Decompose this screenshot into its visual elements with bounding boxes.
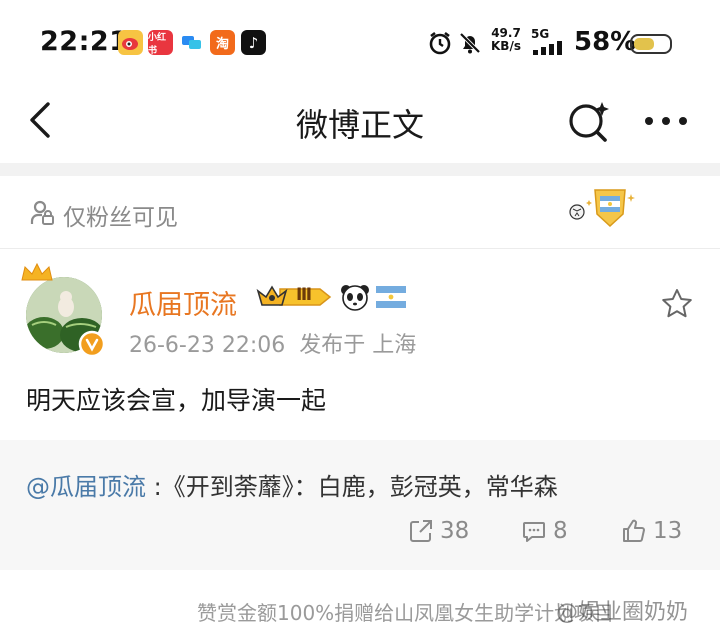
repost-count-button[interactable]: 38 xyxy=(408,518,469,544)
battery-fill xyxy=(634,38,654,50)
signal-icon xyxy=(533,40,569,60)
argentina-flag-icon xyxy=(376,286,406,312)
comment-count-button[interactable]: 8 xyxy=(521,518,568,544)
weibo-app-icon xyxy=(118,30,143,55)
search-icon xyxy=(569,102,609,142)
vip-level-badge: Ⅲ xyxy=(256,281,334,317)
post-location: 发布于 上海 xyxy=(299,333,417,358)
tiktok-app-icon: ♪ xyxy=(241,30,266,55)
battery-percent: 58% xyxy=(574,27,637,57)
like-count-button[interactable]: 13 xyxy=(621,518,682,544)
comment-icon xyxy=(523,522,545,542)
verified-badge-icon xyxy=(78,330,106,362)
visibility-label: 仅粉丝可见 xyxy=(63,205,178,231)
status-time: 22:21 xyxy=(40,26,129,57)
alarm-icon xyxy=(427,30,453,60)
taobao-app-icon: 淘 xyxy=(210,30,235,55)
chat-app-icon xyxy=(179,30,204,55)
more-dots-icon xyxy=(645,117,687,125)
like-count: 13 xyxy=(653,518,683,544)
repost-text: @瓜届顶流 :《开到荼蘼》：白鹿，彭冠英，常华森 xyxy=(26,467,558,502)
watermark: @娱业圈奶奶 xyxy=(556,600,689,625)
repost-content: :《开到荼蘼》：白鹿，彭冠英，常华森 xyxy=(146,473,558,501)
post-body: 明天应该会宣，加导演一起 xyxy=(26,386,327,415)
share-icon xyxy=(410,520,432,542)
vip-level-text: Ⅲ xyxy=(296,285,313,305)
post-timestamp: 26-6-23 22:06 xyxy=(129,333,286,358)
thumbs-up-icon xyxy=(623,519,645,542)
reward-note: 赞赏金额100%捐赠给山凤凰女生助学计划项目 xyxy=(197,601,615,625)
section-divider xyxy=(0,163,720,176)
star-icon xyxy=(662,289,692,318)
panda-icon xyxy=(340,283,370,315)
post-username[interactable]: 瓜届顶流 xyxy=(129,283,237,322)
repost-card[interactable] xyxy=(0,440,720,570)
repost-mention-link[interactable]: @瓜届顶流 xyxy=(26,473,146,501)
more-button[interactable] xyxy=(644,108,690,138)
crown-icon xyxy=(20,262,54,288)
speed-unit: KB/s xyxy=(491,39,521,53)
battery-icon xyxy=(630,34,672,54)
page-title: 微博正文 xyxy=(295,106,424,144)
mute-bell-icon xyxy=(457,30,483,60)
comment-count: 8 xyxy=(553,518,568,544)
search-button[interactable] xyxy=(566,100,612,148)
status-bar: 22:21 小红书 淘 ♪ 49.7 KB/s 5G 58% xyxy=(0,0,720,88)
favorite-star-button[interactable] xyxy=(660,287,694,323)
network-speed: 49.7 KB/s xyxy=(491,27,521,53)
network-type: 5G xyxy=(531,27,550,41)
post-meta: 26-6-23 22:06 发布于 上海 xyxy=(129,327,416,359)
fan-badge-icon xyxy=(567,186,647,236)
repost-count: 38 xyxy=(440,518,470,544)
lock-people-icon xyxy=(26,198,56,232)
vip-crown-icon xyxy=(256,285,332,306)
xiaohongshu-app-icon: 小红书 xyxy=(148,30,173,56)
